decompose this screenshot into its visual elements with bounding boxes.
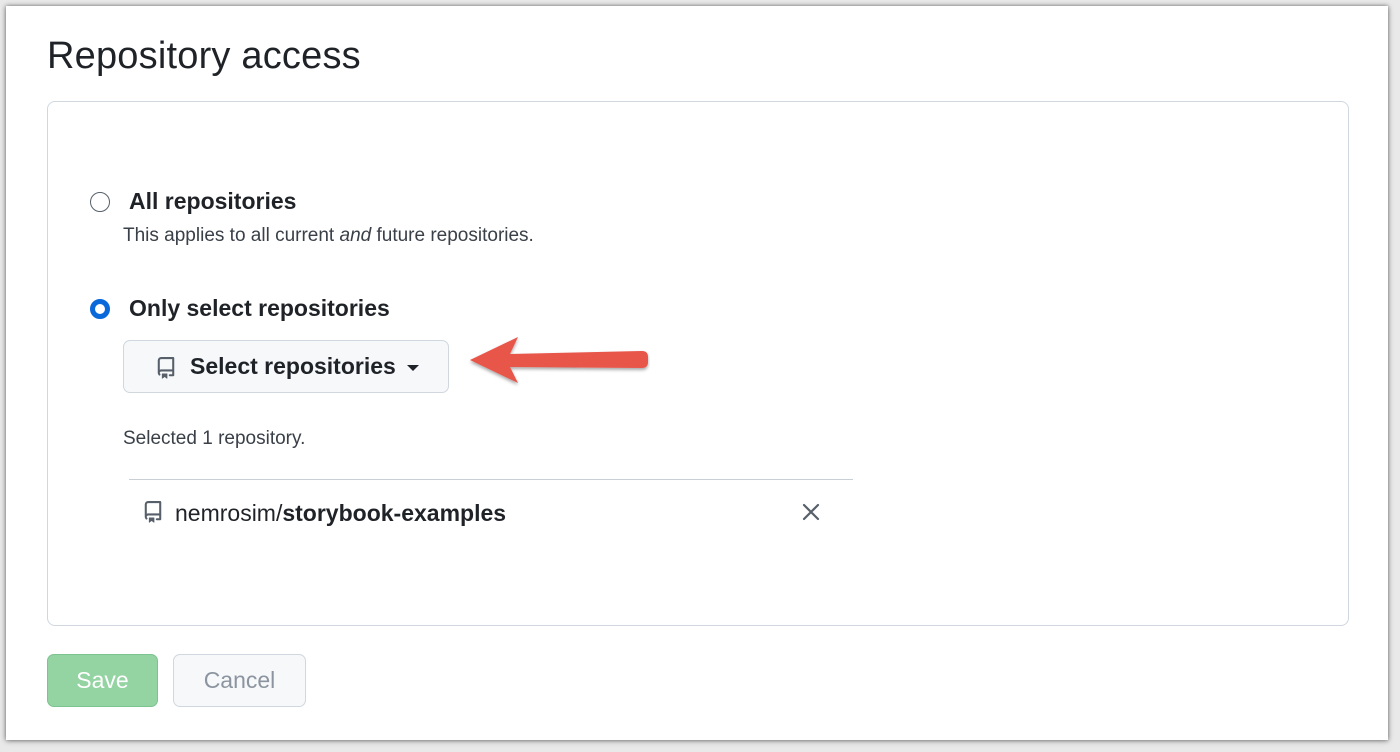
all-repositories-radio[interactable] [90,192,110,212]
repo-owner: nemrosim/ [175,500,283,526]
selected-count: Selected 1 repository. [123,428,306,449]
caret-down-icon [407,365,419,371]
description-text-after: future repositories. [371,225,534,246]
select-repositories-button[interactable]: Select repositories [123,340,449,393]
all-repositories-description: This applies to all current and future r… [123,225,534,247]
only-select-repositories-radio[interactable] [90,299,110,319]
page-title: Repository access [47,35,361,77]
selected-repo-row: nemrosim/storybook-examples [129,480,853,540]
description-text-emphasis: and [339,225,372,246]
repo-name: nemrosim/storybook-examples [175,500,506,527]
description-text-before: This applies to all current [123,225,340,246]
save-button[interactable]: Save [47,654,158,707]
screenshot-frame: Repository access All repositories This … [6,6,1388,740]
remove-repo-close-icon[interactable] [799,500,823,524]
select-repositories-label: Select repositories [190,353,396,379]
annotation-arrow-icon [470,337,648,383]
only-select-repositories-label[interactable]: Only select repositories [129,295,390,322]
repository-access-panel: All repositories This applies to all cur… [47,101,1349,626]
cancel-button[interactable]: Cancel [173,654,306,707]
repo-icon [157,357,175,379]
repo-icon [144,501,162,523]
repo-short-name: storybook-examples [282,500,507,526]
all-repositories-label[interactable]: All repositories [129,188,296,215]
